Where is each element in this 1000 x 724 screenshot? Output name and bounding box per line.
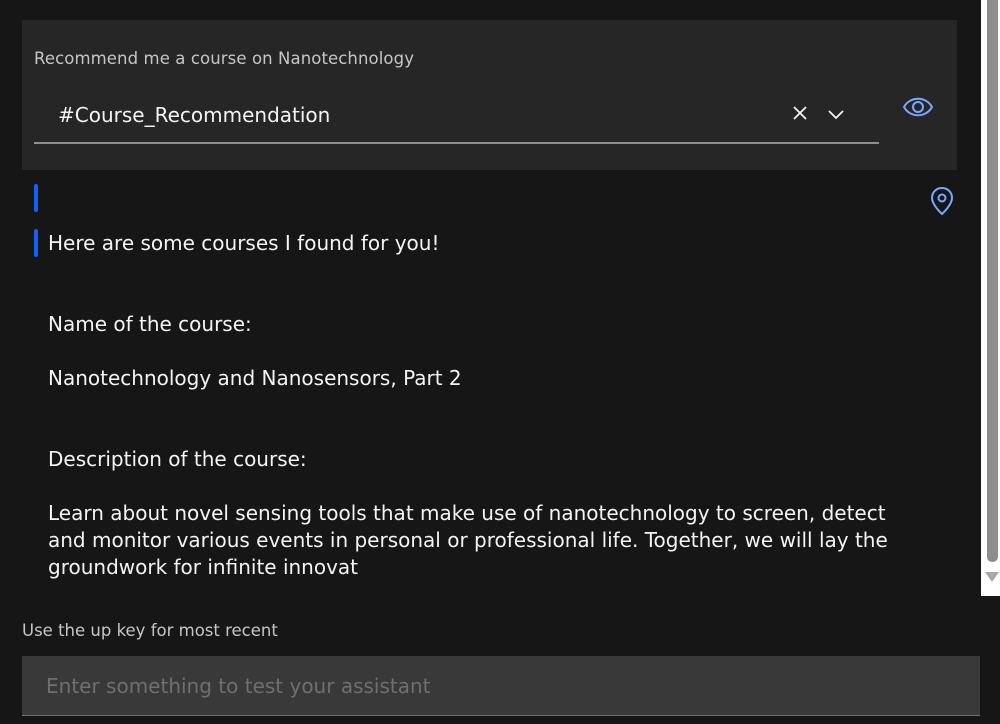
user-message-card: Recommend me a course on Nanotechnology …: [22, 20, 957, 170]
response-accent-bar: [34, 184, 38, 212]
location-pin-icon[interactable]: [930, 186, 954, 216]
scrollbar-thumb[interactable]: [987, 0, 998, 562]
assistant-response: Here are some courses I found for you! N…: [22, 170, 957, 595]
assistant-preview: Recommend me a course on Nanotechnology …: [0, 0, 1000, 724]
close-icon[interactable]: [791, 104, 809, 122]
intent-dropdown[interactable]: #Course_Recommendation: [34, 88, 879, 144]
message-input[interactable]: [22, 656, 980, 716]
course-description: Learn about novel sensing tools that mak…: [48, 501, 888, 579]
course-name-label: Name of the course:: [48, 312, 252, 336]
scrollbar[interactable]: [981, 0, 1000, 596]
response-greeting: Here are some courses I found for you!: [48, 231, 440, 255]
course-name: Nanotechnology and Nanosensors, Part 2: [48, 366, 462, 390]
scroll-down-arrow-icon[interactable]: [985, 572, 999, 582]
input-hint: Use the up key for most recent: [22, 621, 278, 640]
intent-value: #Course_Recommendation: [58, 103, 331, 127]
response-accent-bar: [34, 229, 38, 257]
course-description-label: Description of the course:: [48, 447, 307, 471]
eye-icon[interactable]: [902, 93, 934, 121]
user-message-text: Recommend me a course on Nanotechnology: [34, 49, 415, 68]
chevron-down-icon[interactable]: [827, 105, 845, 123]
